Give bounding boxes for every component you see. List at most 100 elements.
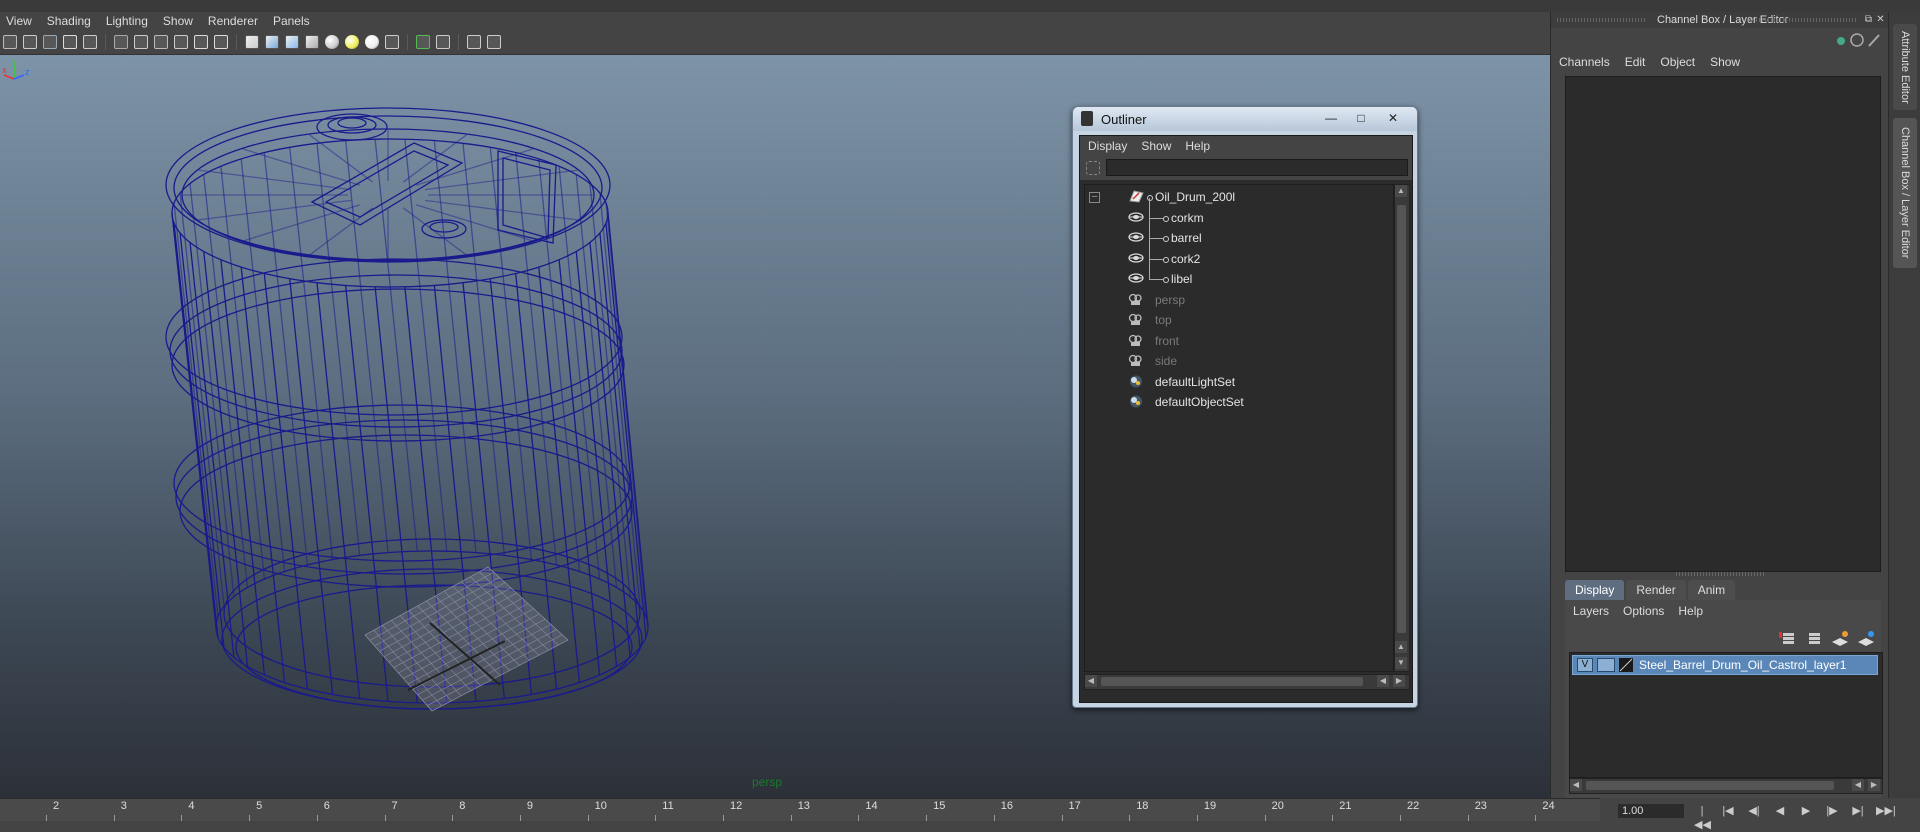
- outliner-filter-input[interactable]: [1106, 159, 1408, 176]
- close-icon[interactable]: ✕: [1875, 14, 1886, 25]
- wireframe-on-shaded-icon[interactable]: [285, 35, 299, 49]
- scroll-left-icon[interactable]: ◀: [1570, 779, 1582, 791]
- menu-edit[interactable]: Edit: [1625, 55, 1646, 69]
- drag-handle[interactable]: [1747, 18, 1857, 22]
- scroll-thumb[interactable]: [1397, 205, 1406, 633]
- layer-visibility-toggle[interactable]: V: [1577, 658, 1593, 672]
- tab-attribute-editor[interactable]: Attribute Editor: [1893, 24, 1917, 110]
- camera-attributes-icon[interactable]: [23, 35, 37, 49]
- outliner-item[interactable]: top: [1085, 310, 1385, 330]
- smooth-shade-icon[interactable]: [265, 35, 279, 49]
- outliner-item[interactable]: – Oil_Drum_200l: [1085, 187, 1385, 207]
- outliner-item[interactable]: defaultLightSet: [1085, 372, 1385, 392]
- menu-options[interactable]: Options: [1623, 604, 1664, 618]
- menu-layers[interactable]: Layers: [1573, 604, 1609, 618]
- minimize-icon[interactable]: —: [1317, 109, 1345, 127]
- menu-channels[interactable]: Channels: [1559, 55, 1610, 69]
- filter-icon[interactable]: [1086, 161, 1100, 175]
- outliner-tree[interactable]: – Oil_Drum_200l corkm barrel cork2 libel persp…: [1084, 184, 1394, 672]
- film-gate-icon[interactable]: [114, 35, 128, 49]
- step-back-frame-icon[interactable]: ◀|: [1746, 804, 1762, 818]
- resolution-gate-icon[interactable]: [134, 35, 148, 49]
- default-light-icon[interactable]: [365, 35, 379, 49]
- field-chart-icon[interactable]: [174, 35, 188, 49]
- menu-lighting[interactable]: Lighting: [106, 14, 148, 28]
- scroll-up-icon[interactable]: ▲: [1395, 185, 1407, 197]
- outliner-item[interactable]: corkm: [1085, 197, 1385, 228]
- menu-panels[interactable]: Panels: [273, 14, 310, 28]
- go-to-start-icon[interactable]: |◀◀: [1694, 804, 1711, 831]
- drag-handle[interactable]: [1557, 18, 1647, 22]
- outliner-item[interactable]: cork2: [1085, 238, 1385, 269]
- outliner-menu-display[interactable]: Display: [1088, 139, 1127, 153]
- tab-anim[interactable]: Anim: [1687, 580, 1736, 600]
- scroll-right-icon[interactable]: ▶: [1868, 779, 1880, 791]
- outliner-item[interactable]: persp: [1085, 290, 1385, 310]
- xray-active-icon[interactable]: [467, 35, 481, 49]
- maximize-icon[interactable]: □: [1347, 109, 1375, 127]
- scroll-up-icon[interactable]: ▲: [1395, 641, 1407, 653]
- wireframe-icon[interactable]: [245, 35, 259, 49]
- xray-joints-icon[interactable]: [436, 35, 450, 49]
- scroll-left-icon[interactable]: ◀: [1377, 675, 1389, 687]
- outliner-item[interactable]: side: [1085, 351, 1385, 371]
- hud-icon[interactable]: [487, 35, 501, 49]
- menu-object[interactable]: Object: [1660, 55, 1695, 69]
- layer-list[interactable]: V Steel_Barrel_Drum_Oil_Castrol_layer1: [1569, 652, 1883, 778]
- xray-icon[interactable]: [385, 35, 399, 49]
- safe-action-icon[interactable]: [194, 35, 208, 49]
- close-icon[interactable]: ✕: [1379, 109, 1407, 127]
- move-layer-down-icon[interactable]: [1805, 630, 1823, 646]
- play-forward-icon[interactable]: ▶: [1798, 804, 1814, 818]
- grid-icon[interactable]: [83, 35, 97, 49]
- outliner-window[interactable]: Outliner — □ ✕ Display Show Help – Oil_Dr…: [1072, 106, 1418, 708]
- image-plane-icon[interactable]: [63, 35, 77, 49]
- tab-render[interactable]: Render: [1626, 580, 1686, 600]
- float-icon[interactable]: ⧉: [1863, 14, 1874, 25]
- new-layer-selected-icon[interactable]: [1857, 630, 1875, 646]
- textured-icon[interactable]: [305, 35, 319, 49]
- select-camera-icon[interactable]: [3, 35, 17, 49]
- scroll-left-icon[interactable]: ◀: [1852, 779, 1864, 791]
- step-forward-frame-icon[interactable]: |▶: [1824, 804, 1840, 818]
- shadows-icon[interactable]: [325, 35, 339, 49]
- menu-show[interactable]: Show: [1710, 55, 1740, 69]
- layer-row[interactable]: V Steel_Barrel_Drum_Oil_Castrol_layer1: [1572, 655, 1878, 675]
- menu-view[interactable]: View: [6, 14, 32, 28]
- menu-show[interactable]: Show: [163, 14, 193, 28]
- menu-shading[interactable]: Shading: [47, 14, 91, 28]
- step-back-key-icon[interactable]: |◀: [1720, 804, 1736, 818]
- pane-splitter[interactable]: [1676, 572, 1766, 576]
- step-forward-key-icon[interactable]: ▶|: [1850, 804, 1866, 818]
- scroll-down-icon[interactable]: ▼: [1395, 657, 1407, 669]
- time-slider[interactable]: 2 3 4 5 6 7 8 9 10 11 12 13 14 15 16 17 18 19 20 21 22 23 24: [0, 798, 1600, 821]
- outliner-titlebar[interactable]: Outliner — □ ✕: [1073, 107, 1417, 131]
- scroll-right-icon[interactable]: ▶: [1393, 675, 1405, 687]
- scroll-left-icon[interactable]: ◀: [1085, 675, 1097, 687]
- gate-mask-icon[interactable]: [154, 35, 168, 49]
- layer-horizontal-scrollbar[interactable]: ◀ ◀ ▶: [1569, 778, 1883, 794]
- channel-box-tool-icons[interactable]: [1835, 32, 1885, 48]
- outliner-item[interactable]: barrel: [1085, 218, 1385, 248]
- play-backward-icon[interactable]: ◀: [1772, 804, 1788, 818]
- outliner-horizontal-scrollbar[interactable]: ◀ ◀ ▶: [1084, 674, 1410, 690]
- tab-channel-box-layer-editor[interactable]: Channel Box / Layer Editor: [1893, 118, 1917, 268]
- outliner-menu-help[interactable]: Help: [1185, 139, 1210, 153]
- new-layer-icon[interactable]: [1831, 630, 1849, 646]
- menu-renderer[interactable]: Renderer: [208, 14, 258, 28]
- menu-help[interactable]: Help: [1678, 604, 1703, 618]
- tab-display[interactable]: Display: [1565, 580, 1625, 600]
- outliner-item[interactable]: libel: [1085, 259, 1385, 289]
- go-to-end-icon[interactable]: ▶▶|: [1876, 804, 1896, 818]
- use-all-lights-icon[interactable]: [345, 35, 359, 49]
- collapse-icon[interactable]: –: [1089, 192, 1100, 203]
- channel-box-area[interactable]: [1565, 76, 1881, 572]
- scroll-thumb[interactable]: [1586, 781, 1834, 790]
- outliner-menu-show[interactable]: Show: [1141, 139, 1171, 153]
- scroll-thumb[interactable]: [1101, 677, 1363, 686]
- outliner-item[interactable]: front: [1085, 331, 1385, 351]
- outliner-item[interactable]: defaultObjectSet: [1085, 392, 1385, 412]
- safe-title-icon[interactable]: [214, 35, 228, 49]
- outliner-vertical-scrollbar[interactable]: ▲ ▲ ▼: [1394, 184, 1410, 672]
- isolate-select-icon[interactable]: [416, 35, 430, 49]
